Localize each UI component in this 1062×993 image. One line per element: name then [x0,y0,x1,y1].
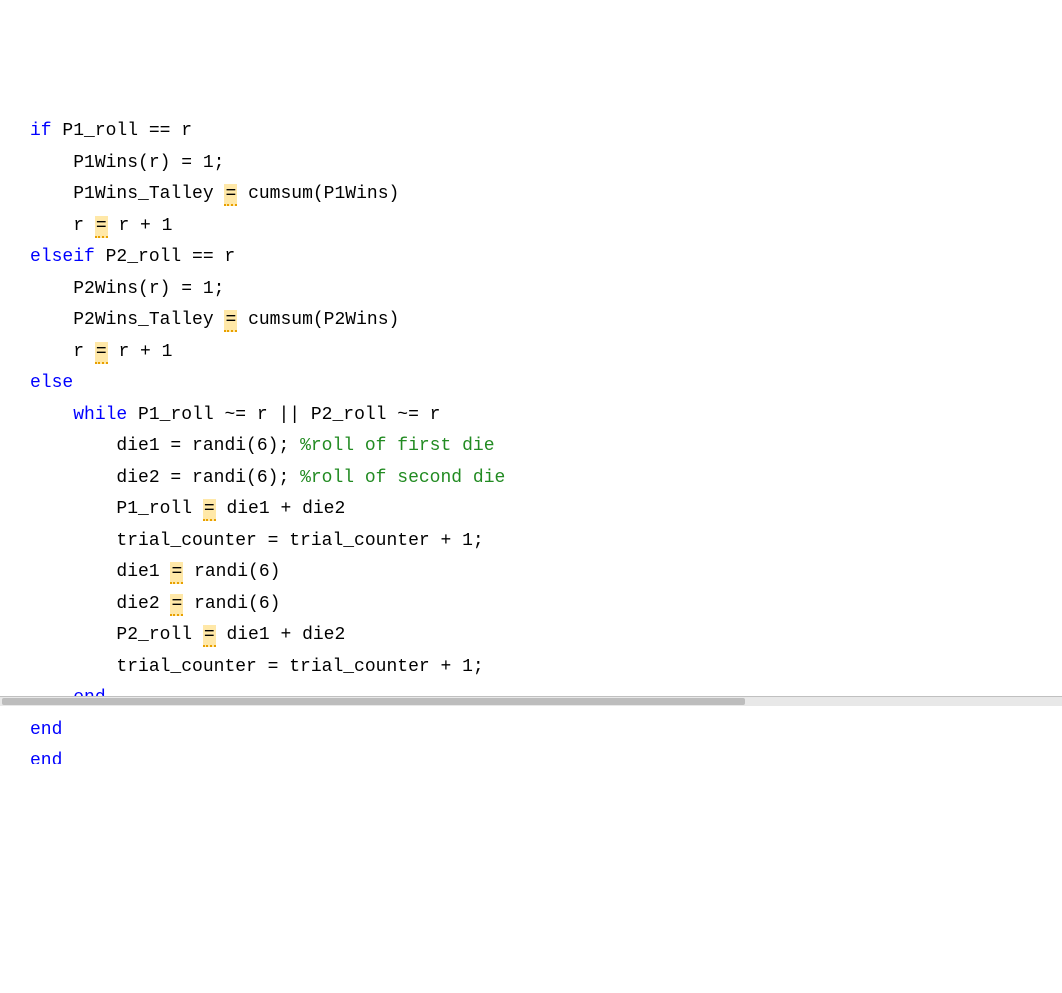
code-line[interactable]: end [30,746,1062,764]
code-token: P1_roll ~= r || P2_roll ~= r [127,405,440,425]
code-token: die1 = randi(6); [116,436,300,456]
code-line[interactable]: while P1_roll ~= r || P2_roll ~= r [30,400,1062,432]
warning-token: = [95,216,108,238]
keyword-token: end [30,720,62,740]
warning-token: = [203,625,216,647]
code-line[interactable]: die1 = randi(6) [30,557,1062,589]
keyword-token: end [30,751,62,764]
code-line[interactable]: die2 = randi(6) [30,589,1062,621]
code-token: P1Wins(r) = 1; [73,153,224,173]
horizontal-scrollbar[interactable] [0,696,1062,706]
warning-token: = [224,184,237,206]
code-line[interactable]: P2Wins(r) = 1; [30,274,1062,306]
scrollbar-thumb[interactable] [2,698,745,705]
code-token: trial_counter = trial_counter + 1; [116,531,483,551]
code-token: r [73,342,95,362]
code-line[interactable]: P2_roll = die1 + die2 [30,620,1062,652]
code-token: cumsum(P1Wins) [237,184,399,204]
code-line[interactable]: die1 = randi(6); %roll of first die [30,431,1062,463]
code-token: P1_roll == r [52,121,192,141]
code-line[interactable]: if P1_roll == r [30,116,1062,148]
code-token: r + 1 [108,342,173,362]
code-token: P2_roll == r [95,247,235,267]
code-token: trial_counter = trial_counter + 1; [116,657,483,677]
code-line[interactable]: r = r + 1 [30,337,1062,369]
code-token: P1Wins_Talley [73,184,224,204]
code-line[interactable]: die2 = randi(6); %roll of second die [30,463,1062,495]
comment-token: %roll of first die [300,436,494,456]
code-token: P2_roll [116,625,202,645]
code-token: r [73,216,95,236]
code-line[interactable]: trial_counter = trial_counter + 1; [30,652,1062,684]
code-line[interactable]: else [30,368,1062,400]
code-line[interactable]: P2Wins_Talley = cumsum(P2Wins) [30,305,1062,337]
code-token: cumsum(P2Wins) [237,310,399,330]
code-token: P2Wins(r) = 1; [73,279,224,299]
code-line[interactable]: P1_roll = die1 + die2 [30,494,1062,526]
code-line[interactable]: P1Wins(r) = 1; [30,148,1062,180]
code-token: die1 + die2 [216,499,346,519]
code-token: randi(6) [183,562,280,582]
code-token: randi(6) [183,594,280,614]
code-token: die1 + die2 [216,625,346,645]
code-token: die2 [116,594,170,614]
warning-token: = [203,499,216,521]
warning-token: = [170,562,183,584]
code-line[interactable]: end [30,715,1062,747]
code-editor[interactable]: if P1_roll == r P1Wins(r) = 1; P1Wins_Ta… [30,116,1062,772]
warning-token: = [170,594,183,616]
code-token: r + 1 [108,216,173,236]
warning-token: = [95,342,108,364]
keyword-token: if [30,121,52,141]
code-line[interactable]: r = r + 1 [30,211,1062,243]
code-line[interactable]: trial_counter = trial_counter + 1; [30,526,1062,558]
comment-token: %roll of second die [300,468,505,488]
keyword-token: elseif [30,247,95,267]
code-line[interactable]: P1Wins_Talley = cumsum(P1Wins) [30,179,1062,211]
keyword-token: else [30,373,73,393]
code-line[interactable]: elseif P2_roll == r [30,242,1062,274]
code-token: die2 = randi(6); [116,468,300,488]
keyword-token: while [73,405,127,425]
code-token: P1_roll [116,499,202,519]
code-token: die1 [116,562,170,582]
warning-token: = [224,310,237,332]
code-token: P2Wins_Talley [73,310,224,330]
